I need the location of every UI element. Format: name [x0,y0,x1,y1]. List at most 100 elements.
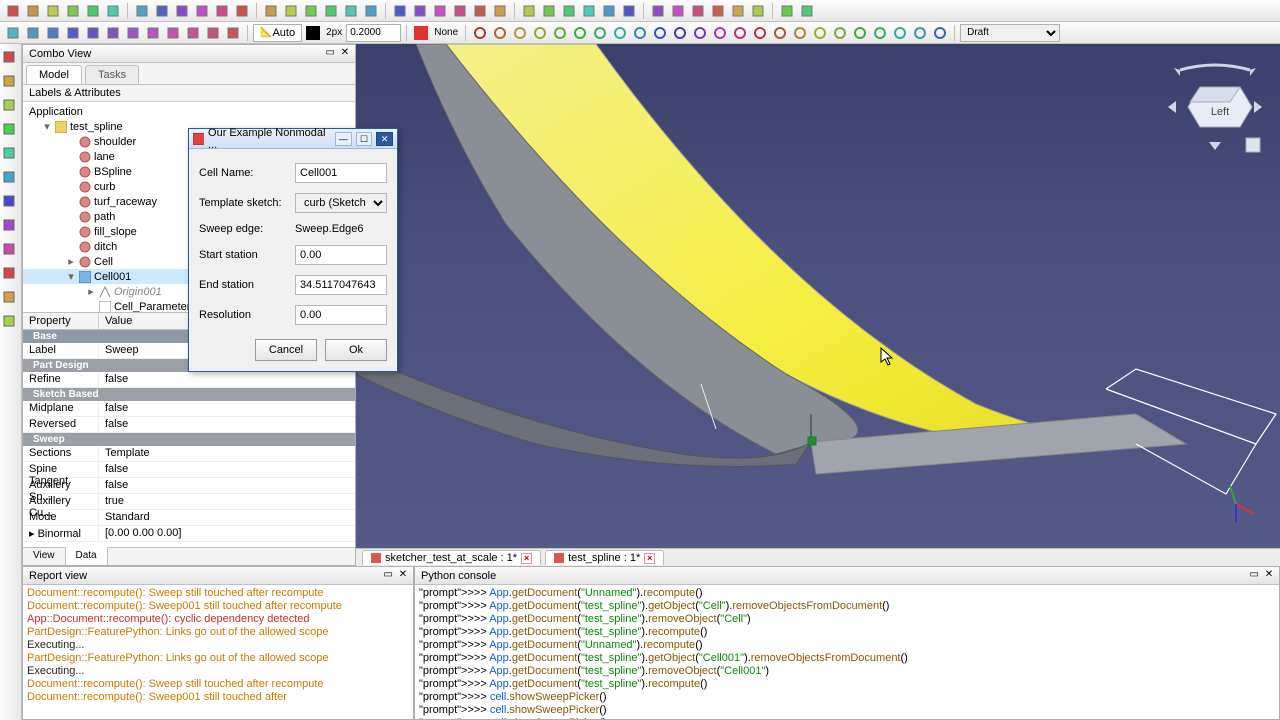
toolbar-button[interactable] [4,24,22,42]
toolbar-button[interactable] [44,24,62,42]
close-tab-icon[interactable]: × [644,553,655,564]
tab-data[interactable]: Data [66,547,108,565]
toolbar-button[interactable] [173,2,191,20]
toolbar-button[interactable] [931,24,949,42]
toolbar-button[interactable] [511,24,529,42]
toolbar-button[interactable] [362,2,380,20]
maximize-icon[interactable]: ☐ [356,132,373,146]
toolbar-button[interactable] [571,24,589,42]
workbench-select[interactable]: Draft [960,24,1060,42]
toolbar-button[interactable] [709,2,727,20]
3d-viewport[interactable]: Left [356,44,1280,548]
toolbar-button[interactable] [831,24,849,42]
toolbar-button[interactable] [24,24,42,42]
toolbar-button[interactable] [44,2,62,20]
template-sketch-select[interactable]: curb (Sketch004) [295,193,387,213]
toolbar-button[interactable] [520,2,538,20]
stroke-width-input[interactable] [346,24,401,42]
report-log[interactable]: Document::recompute(): Sweep still touch… [23,585,413,719]
toolbar-button[interactable] [153,2,171,20]
toolbar-button[interactable] [84,24,102,42]
toolbar-button[interactable] [184,24,202,42]
vtoolbar-button[interactable] [2,266,20,284]
toolbar-button[interactable] [671,24,689,42]
toolbar-button[interactable] [620,2,638,20]
tab-model[interactable]: Model [26,65,82,84]
toolbar-button[interactable] [551,24,569,42]
toolbar-button[interactable] [124,24,142,42]
toolbar-button[interactable] [104,2,122,20]
prop-row[interactable]: Refinefalse [23,372,355,388]
toolbar-button[interactable] [204,24,222,42]
vtoolbar-button[interactable] [2,170,20,188]
color-picker[interactable] [304,24,322,42]
toolbar-button[interactable] [133,2,151,20]
toolbar-button[interactable] [104,24,122,42]
toolbar-button[interactable] [811,24,829,42]
toolbar-button[interactable] [302,2,320,20]
toolbar-button[interactable] [600,2,618,20]
close-icon[interactable]: ✕ [1263,569,1275,581]
console-log[interactable]: "prompt">>>> App.getDocument("Unnamed").… [415,585,1279,719]
vtoolbar-button[interactable] [2,122,20,140]
auto-button[interactable]: 📐 Auto [253,24,302,42]
toolbar-button[interactable] [282,2,300,20]
prop-row[interactable]: Auxillery Sp...false [23,478,355,494]
toolbar-button[interactable] [4,2,22,20]
toolbar-button[interactable] [431,2,449,20]
dialog-titlebar[interactable]: Our Example Nonmodal ... — ☐ ✕ [189,129,397,149]
toolbar-button[interactable] [224,24,242,42]
toolbar-button[interactable] [471,2,489,20]
toolbar-button[interactable] [691,24,709,42]
toolbar-button[interactable] [771,24,789,42]
toolbar-button[interactable] [611,24,629,42]
toolbar-button[interactable] [451,2,469,20]
toolbar-button[interactable] [262,2,280,20]
close-icon[interactable]: ✕ [397,569,409,581]
toolbar-button[interactable] [580,2,598,20]
vtoolbar-button[interactable] [2,218,20,236]
vtoolbar-button[interactable] [2,242,20,260]
resolution-input[interactable] [295,305,387,325]
toolbar-button[interactable] [751,24,769,42]
tab-view[interactable]: View [23,548,66,565]
close-tab-icon[interactable]: × [521,553,532,564]
vtoolbar-button[interactable] [2,314,20,332]
toolbar-button[interactable] [791,24,809,42]
prop-row[interactable]: Auxillery Cu...true [23,494,355,510]
toolbar-button[interactable] [164,24,182,42]
toolbar-button[interactable] [391,2,409,20]
toolbar-button[interactable] [233,2,251,20]
undock-icon[interactable]: ▭ [326,47,335,58]
toolbar-button[interactable] [651,24,669,42]
toolbar-button[interactable] [193,2,211,20]
toolbar-button[interactable] [731,24,749,42]
toolbar-button[interactable] [778,2,796,20]
toolbar-button[interactable] [798,2,816,20]
doc-tab-2[interactable]: test_spline : 1*× [545,550,664,565]
toolbar-button[interactable] [749,2,767,20]
close-icon[interactable]: ✕ [339,47,351,59]
vtoolbar-button[interactable] [2,98,20,116]
toolbar-button[interactable] [729,2,747,20]
toolbar-button[interactable] [471,24,489,42]
toolbar-button[interactable] [24,2,42,20]
toolbar-button[interactable] [591,24,609,42]
prop-row[interactable]: SectionsTemplate [23,446,355,462]
toolbar-button[interactable] [631,24,649,42]
prop-row[interactable]: Reversedfalse [23,417,355,433]
close-icon[interactable]: ✕ [376,132,393,146]
minimize-icon[interactable]: — [335,132,352,146]
toolbar-button[interactable] [911,24,929,42]
cancel-button[interactable]: Cancel [255,339,317,361]
toolbar-button[interactable] [540,2,558,20]
prop-row[interactable]: ModeStandard [23,510,355,526]
toolbar-button[interactable] [851,24,869,42]
end-station-input[interactable] [295,275,387,295]
toolbar-button[interactable] [491,24,509,42]
fill-none[interactable] [412,24,430,42]
undock-icon[interactable]: ▭ [384,569,393,580]
toolbar-button[interactable] [689,2,707,20]
toolbar-button[interactable] [411,2,429,20]
doc-tab-1[interactable]: sketcher_test_at_scale : 1*× [362,550,541,565]
